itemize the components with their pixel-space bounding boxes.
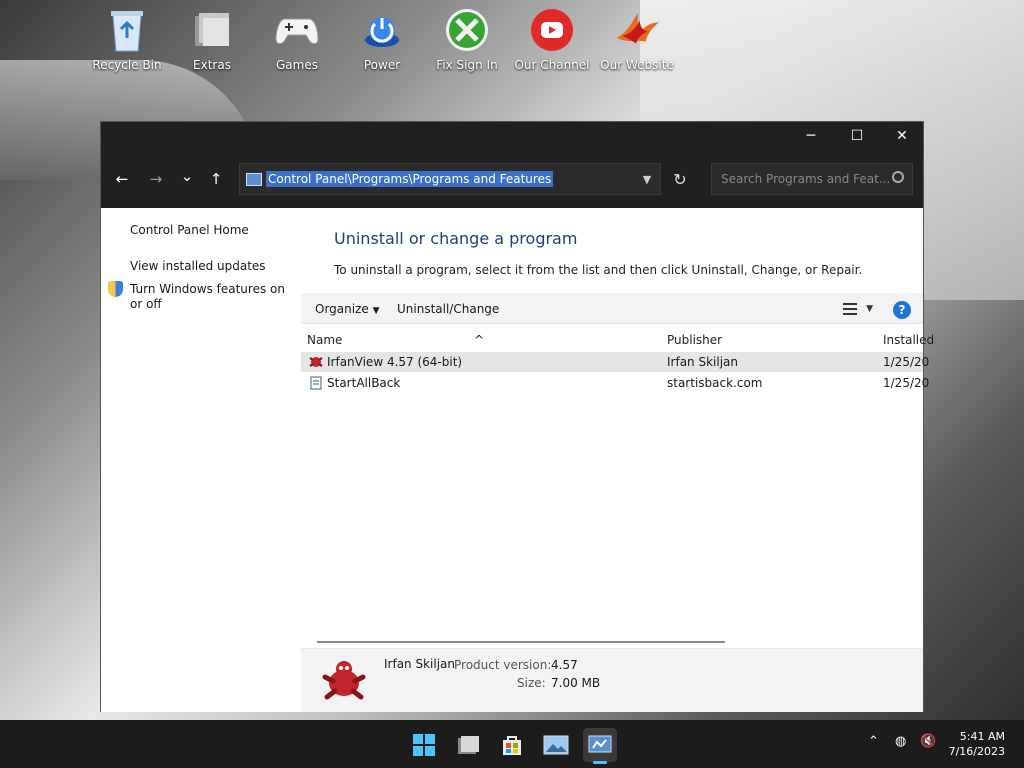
horizontal-scrollbar[interactable] xyxy=(317,641,725,643)
clock-time: 5:41 AM xyxy=(959,730,1005,743)
help-button[interactable]: ? xyxy=(893,301,911,319)
detail-size-label: Size: xyxy=(517,676,546,690)
desktop-icon-power[interactable]: Power xyxy=(340,6,424,72)
youtube-icon xyxy=(528,6,576,54)
file-explorer-icon[interactable] xyxy=(451,728,485,762)
up-button[interactable]: ↑ xyxy=(204,170,228,188)
column-publisher[interactable]: Publisher xyxy=(667,333,722,347)
program-installed-date: 1/25/20 xyxy=(883,376,930,390)
recent-locations-dropdown[interactable]: ⌄ xyxy=(175,167,199,185)
gamepad-icon xyxy=(273,6,321,54)
desktop-icon-label: Our Channel xyxy=(514,58,590,72)
control-panel-icon xyxy=(246,172,262,186)
chevron-down-icon[interactable]: ▼ xyxy=(631,163,663,195)
desktop-icon-our-channel[interactable]: Our Channel xyxy=(510,6,594,72)
clock[interactable]: 5:41 AM 7/16/2023 xyxy=(949,729,1005,759)
program-installed-date: 1/25/20 xyxy=(883,355,930,369)
view-installed-updates-link[interactable]: View installed updates xyxy=(130,259,266,273)
program-name: IrfanView 4.57 (64-bit) xyxy=(327,355,463,369)
clock-date: 7/16/2023 xyxy=(948,745,1005,758)
address-bar[interactable]: Control Panel\Programs\Programs and Feat… xyxy=(239,163,661,195)
search-input[interactable]: Search Programs and Feat... xyxy=(711,163,913,195)
photos-icon[interactable] xyxy=(539,728,573,762)
shield-icon xyxy=(108,281,123,297)
column-name[interactable]: Name xyxy=(307,333,342,347)
store-icon[interactable] xyxy=(495,728,529,762)
uninstall-change-button[interactable]: Uninstall/Change xyxy=(397,302,499,316)
desktop-icon-label: Our Website xyxy=(600,58,674,72)
control-panel-home-link[interactable]: Control Panel Home xyxy=(130,223,249,237)
table-row[interactable]: StartAllBack startisback.com 1/25/20 xyxy=(301,373,929,393)
forward-button[interactable]: → xyxy=(144,170,168,188)
desktop-icon-label: Games xyxy=(276,58,318,72)
search-placeholder: Search Programs and Feat... xyxy=(721,172,891,186)
left-pane: Control Panel Home View installed update… xyxy=(101,208,301,712)
desktop-icon-fix-sign-in[interactable]: Fix Sign In xyxy=(425,6,509,72)
content-area: Control Panel Home View installed update… xyxy=(101,208,934,712)
recycle-bin-icon xyxy=(103,6,151,54)
startallback-icon xyxy=(310,376,322,390)
xbox-icon xyxy=(443,6,491,54)
taskbar: ⌃ ◍ 🔇 5:41 AM 7/16/2023 xyxy=(0,720,1024,768)
desktop-icon-games[interactable]: Games xyxy=(255,6,339,72)
page-description: To uninstall a program, select it from t… xyxy=(334,263,863,277)
control-panel-icon[interactable] xyxy=(583,728,617,764)
chevron-up-icon[interactable]: ⌃ xyxy=(868,734,879,749)
desktop-icon-our-website[interactable]: Our Website xyxy=(595,6,679,72)
search-icon xyxy=(892,171,904,183)
detail-version: 4.57 xyxy=(551,658,578,672)
view-options-icon[interactable] xyxy=(843,303,857,315)
start-icon[interactable] xyxy=(407,728,441,762)
minimize-button[interactable]: ─ xyxy=(788,122,834,150)
organize-button[interactable]: Organize ▼ xyxy=(315,302,380,316)
detail-size: 7.00 MB xyxy=(551,676,601,690)
details-pane: Irfan Skiljan Product version: 4.57 Size… xyxy=(301,648,923,712)
refresh-button[interactable]: ↻ xyxy=(664,163,696,195)
desktop-icon-label: Extras xyxy=(193,58,231,72)
power-icon xyxy=(358,6,406,54)
desktop-icon-label: Recycle Bin xyxy=(92,58,162,72)
page-title: Uninstall or change a program xyxy=(334,229,578,248)
title-bar[interactable]: ─ ☐ ✕ xyxy=(101,122,923,150)
desktop-icon-extras[interactable]: Extras xyxy=(170,6,254,72)
address-path: Control Panel\Programs\Programs and Feat… xyxy=(266,171,554,187)
column-headers: ^ Name Publisher Installed xyxy=(301,326,934,352)
volume-muted-icon[interactable]: 🔇 xyxy=(920,734,936,749)
globe-icon[interactable]: ◍ xyxy=(895,734,906,749)
back-button[interactable]: ← xyxy=(110,170,134,188)
irfanview-icon xyxy=(309,357,323,367)
detail-version-label: Product version: xyxy=(454,658,552,672)
program-publisher: startisback.com xyxy=(667,376,763,390)
detail-publisher: Irfan Skiljan xyxy=(384,657,455,671)
maximize-button[interactable]: ☐ xyxy=(834,122,880,150)
close-button[interactable]: ✕ xyxy=(879,122,925,150)
programs-and-features-window: ─ ☐ ✕ ← → ⌄ ↑ Control Panel\Programs\Pro… xyxy=(100,121,934,712)
program-name: StartAllBack xyxy=(327,376,401,390)
folder-icon xyxy=(188,6,236,54)
main-pane: Uninstall or change a program To uninsta… xyxy=(301,208,934,712)
program-publisher: Irfan Skiljan xyxy=(667,355,738,369)
sort-arrow-icon: ^ xyxy=(474,333,485,347)
navigation-bar: ← → ⌄ ↑ Control Panel\Programs\Programs … xyxy=(101,150,923,208)
command-bar: Organize ▼ Uninstall/Change ▼ ? xyxy=(301,294,923,324)
chevron-down-icon[interactable]: ▼ xyxy=(866,304,873,314)
column-installed[interactable]: Installed xyxy=(883,333,934,347)
table-row[interactable]: IrfanView 4.57 (64-bit) Irfan Skiljan 1/… xyxy=(301,352,929,372)
desktop-icon-label: Power xyxy=(363,58,401,72)
windows-features-link[interactable]: Turn Windows features on or off xyxy=(130,282,290,312)
phoenix-logo-icon xyxy=(613,6,661,54)
irfanview-large-icon xyxy=(322,661,366,700)
desktop-icon-label: Fix Sign In xyxy=(436,58,498,72)
desktop-icon-recycle-bin[interactable]: Recycle Bin xyxy=(85,6,169,72)
